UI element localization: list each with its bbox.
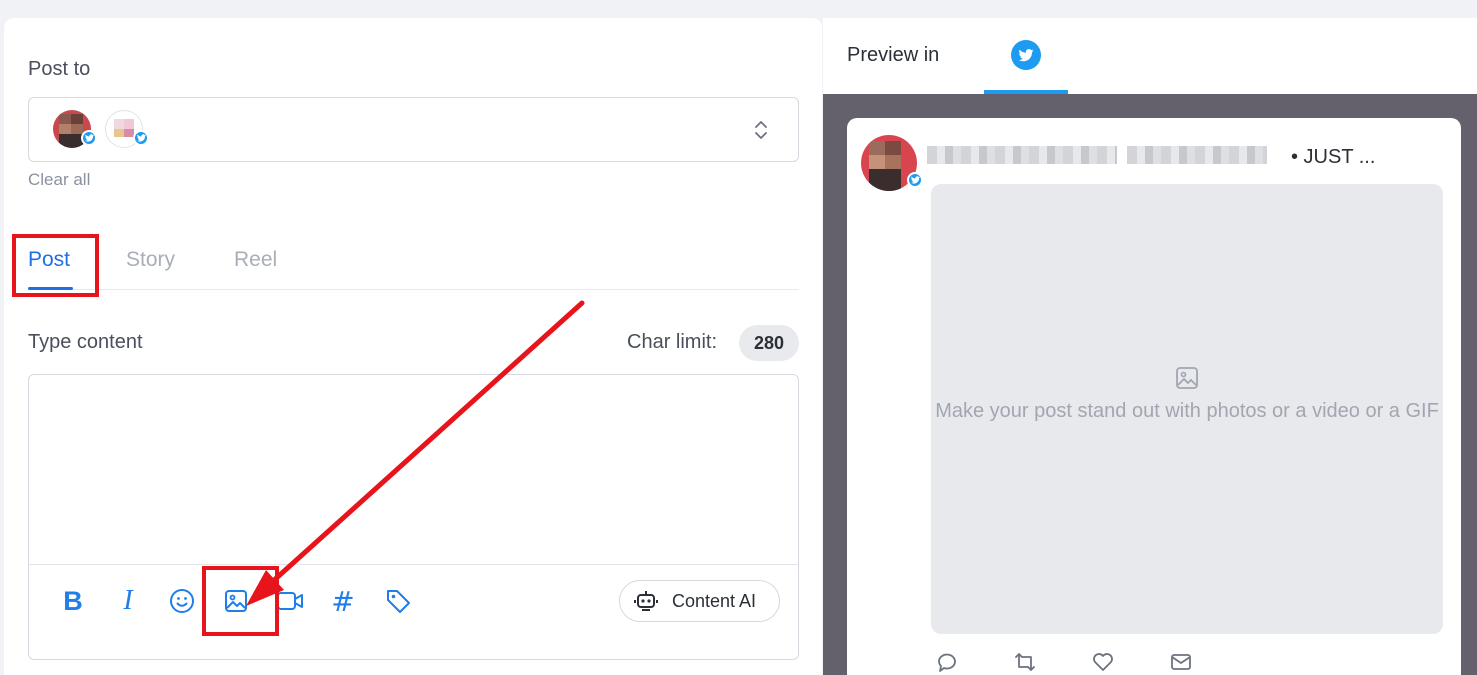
char-limit-label: Char limit: (627, 331, 718, 353)
post-composer-panel: Post to Clear all Post Story Reel Type c… (4, 18, 822, 675)
post-type-tabs: Post Story Reel (28, 234, 799, 290)
content-editor[interactable]: B I # Content AI (28, 374, 799, 660)
like-icon (1093, 653, 1113, 671)
type-content-label: Type content (28, 331, 143, 353)
media-placeholder: Make your post stand out with photos or … (931, 184, 1443, 634)
robot-icon (634, 591, 658, 611)
emoji-icon[interactable] (166, 585, 198, 617)
media-placeholder-text: Make your post stand out with photos or … (935, 400, 1439, 422)
clear-all-link[interactable]: Clear all (28, 170, 90, 190)
reply-icon (938, 653, 956, 672)
content-ai-button[interactable]: Content AI (619, 580, 780, 622)
tweet-actions (935, 650, 1235, 675)
tab-reel[interactable]: Reel (234, 248, 277, 272)
twitter-badge-icon (907, 172, 923, 188)
share-mail-icon (1171, 654, 1191, 670)
twitter-badge-icon (81, 130, 97, 146)
hashtag-button[interactable]: # (327, 585, 359, 618)
char-limit-badge: 280 (739, 325, 799, 361)
post-to-label: Post to (28, 58, 91, 80)
blurred-handle (1127, 146, 1267, 164)
preview-panel: Preview in • JUST ... Make your post sta… (823, 18, 1477, 675)
highlight-post-tab (12, 234, 99, 297)
account-selector[interactable] (28, 97, 799, 162)
editor-toolbar: B I # Content AI (29, 564, 798, 660)
tweet-timestamp: • JUST ... (1291, 146, 1376, 168)
twitter-icon[interactable] (1011, 40, 1041, 70)
twitter-badge-icon (133, 130, 149, 146)
italic-button[interactable]: I (112, 585, 144, 617)
highlight-image-button (202, 566, 279, 636)
chevron-up-down-icon[interactable] (754, 118, 768, 142)
preview-header: Preview in (823, 18, 1477, 94)
blurred-display-name (927, 146, 1117, 164)
image-icon (1176, 367, 1198, 389)
content-ai-label: Content AI (672, 590, 757, 611)
tag-icon[interactable] (382, 585, 414, 617)
preview-tab-indicator (984, 90, 1068, 94)
retweet-icon (1015, 653, 1035, 671)
tweet-preview-card: • JUST ... Make your post stand out with… (847, 118, 1461, 675)
preview-title: Preview in (847, 44, 940, 66)
bold-button[interactable]: B (57, 585, 89, 617)
tab-story[interactable]: Story (126, 248, 175, 272)
